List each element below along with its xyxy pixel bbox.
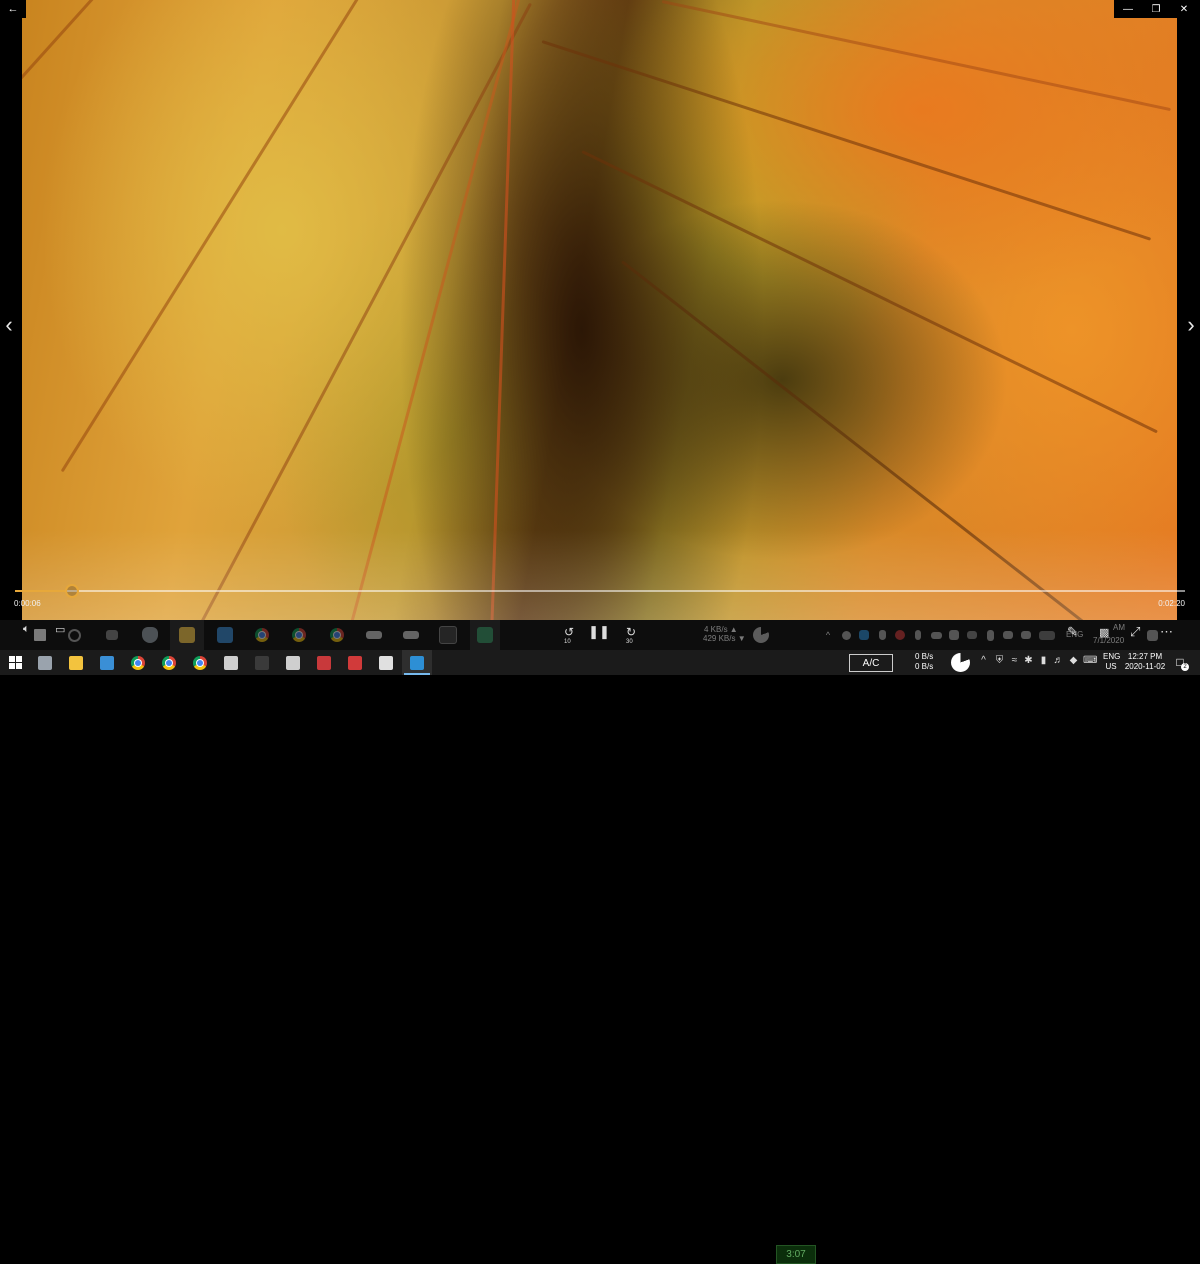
next-button[interactable]: › bbox=[1182, 310, 1200, 340]
back-button[interactable]: ← bbox=[0, 0, 26, 18]
media-viewer: ← — ❐ ✕ ‹ › 0:00:06 0:02:20 bbox=[0, 0, 1200, 650]
captions-icon: ▭ bbox=[55, 623, 66, 636]
window-controls: — ❐ ✕ bbox=[1114, 0, 1200, 18]
ghost-net-up: 4 KB/s ▲ bbox=[704, 625, 738, 634]
speaker-tray-icon[interactable]: ♬ bbox=[1052, 655, 1065, 666]
shield-app-icon bbox=[38, 655, 52, 670]
pencil-icon: ✎ bbox=[1067, 624, 1078, 639]
expand-icon: ⤢ bbox=[1130, 624, 1141, 639]
skip-back-button[interactable]: ↺ 10 bbox=[560, 622, 578, 645]
chevron-up-icon[interactable]: ^ bbox=[977, 655, 990, 666]
language-indicator[interactable]: ENG US bbox=[1103, 652, 1121, 672]
previous-button[interactable]: ‹ bbox=[0, 310, 18, 340]
battery-icon[interactable]: ▮ bbox=[1037, 655, 1050, 666]
notification-count: 2 bbox=[1181, 663, 1189, 671]
keyboard-icon[interactable]: ⌨ bbox=[1083, 655, 1097, 666]
skip-back-seconds: 10 bbox=[564, 639, 571, 645]
chrome-icon bbox=[131, 655, 145, 670]
draw-button[interactable]: ✎ bbox=[1067, 622, 1078, 642]
minimize-icon[interactable]: — bbox=[1114, 0, 1142, 18]
captions-button[interactable]: ▭ bbox=[55, 619, 65, 639]
pause-icon: ❚❚ bbox=[588, 624, 610, 639]
clock-date: 2020-11-02 bbox=[1124, 662, 1166, 671]
stack-app-1-icon bbox=[224, 655, 238, 670]
taskbar-chrome-3[interactable] bbox=[185, 650, 215, 675]
miniplayer-button[interactable]: ▩ bbox=[1099, 622, 1109, 642]
shield-check-icon[interactable]: ⛨ bbox=[993, 655, 1006, 666]
clock[interactable]: 12:27 PM 2020-11-02 bbox=[1124, 652, 1166, 672]
language-primary: ENG bbox=[1103, 652, 1121, 661]
windows-logo-icon bbox=[8, 656, 22, 669]
taskbar-file-explorer[interactable] bbox=[61, 650, 91, 675]
ghost-clock-time: AM bbox=[1113, 623, 1125, 632]
laptop-app-icon bbox=[100, 655, 114, 670]
ghost-net-down: 429 KB/s ▼ bbox=[703, 634, 746, 643]
volume-button[interactable]: 🔈︎ bbox=[23, 619, 30, 639]
ghost-timer-widget: 3:07 bbox=[776, 1245, 816, 1264]
taskbar-bug-app[interactable] bbox=[340, 650, 370, 675]
terminal-app-icon bbox=[255, 655, 269, 670]
chrome-icon bbox=[193, 655, 207, 670]
bug-app-icon bbox=[348, 655, 362, 670]
speaker-icon: 🔈︎ bbox=[23, 622, 30, 635]
taskbar-chrome-2[interactable] bbox=[154, 650, 184, 675]
taskbar-pdf-app[interactable] bbox=[309, 650, 339, 675]
taskbar-stack-app-1[interactable] bbox=[216, 650, 246, 675]
taskbar-movies-tv-app[interactable] bbox=[402, 650, 432, 675]
language-secondary: US bbox=[1105, 662, 1117, 671]
pdf-app-icon bbox=[317, 655, 331, 670]
time-elapsed: 0:00:06 bbox=[14, 599, 41, 608]
seek-progress bbox=[15, 590, 66, 592]
restore-icon[interactable]: ❐ bbox=[1142, 0, 1170, 18]
ellipsis-icon: ⋯ bbox=[1160, 624, 1174, 639]
chrome-icon bbox=[162, 655, 176, 670]
time-total: 0:02:20 bbox=[1158, 599, 1185, 608]
start-button[interactable] bbox=[0, 650, 30, 675]
taskbar-shield-app[interactable] bbox=[30, 650, 60, 675]
rewind-icon: ↺ bbox=[563, 625, 575, 639]
taskbar-settings-app[interactable] bbox=[371, 650, 401, 675]
net-upload-speed: 0 B/s bbox=[915, 652, 934, 661]
wifi-icon[interactable]: ≈ bbox=[1008, 655, 1021, 666]
pause-button[interactable]: ❚❚ bbox=[588, 622, 610, 642]
chevron-left-icon: ‹ bbox=[5, 312, 13, 337]
file-explorer-icon bbox=[69, 655, 83, 670]
back-arrow-icon: ← bbox=[7, 3, 19, 15]
movies-tv-app-icon bbox=[410, 655, 424, 670]
settings-app-icon bbox=[379, 655, 393, 670]
stack-app-2-icon bbox=[286, 655, 300, 670]
skip-forward-button[interactable]: ↻ 30 bbox=[622, 622, 640, 645]
clock-time: 12:27 PM bbox=[1127, 652, 1163, 661]
fullscreen-button[interactable]: ⤢ bbox=[1130, 622, 1140, 642]
miniplayer-icon: ▩ bbox=[1099, 626, 1110, 639]
more-button[interactable]: ⋯ bbox=[1160, 622, 1174, 642]
pie-chart-icon[interactable] bbox=[951, 653, 970, 672]
close-icon[interactable]: ✕ bbox=[1170, 0, 1198, 18]
taskbar-terminal-app[interactable] bbox=[247, 650, 277, 675]
dropbox-icon[interactable]: ◆ bbox=[1067, 655, 1080, 666]
taskbar-stack-app-2[interactable] bbox=[278, 650, 308, 675]
skip-forward-seconds: 30 bbox=[626, 639, 633, 645]
net-download-speed: 0 B/s bbox=[915, 662, 934, 671]
ac-button[interactable]: A/C bbox=[849, 654, 893, 672]
seek-bar[interactable] bbox=[15, 584, 1185, 598]
bluetooth-icon[interactable]: ✱ bbox=[1022, 655, 1035, 666]
video-frame[interactable] bbox=[22, 0, 1177, 620]
forward-icon: ↻ bbox=[625, 625, 637, 639]
chevron-right-icon: › bbox=[1187, 312, 1195, 337]
taskbar-chrome-1[interactable] bbox=[123, 650, 153, 675]
taskbar-laptop-app[interactable] bbox=[92, 650, 122, 675]
